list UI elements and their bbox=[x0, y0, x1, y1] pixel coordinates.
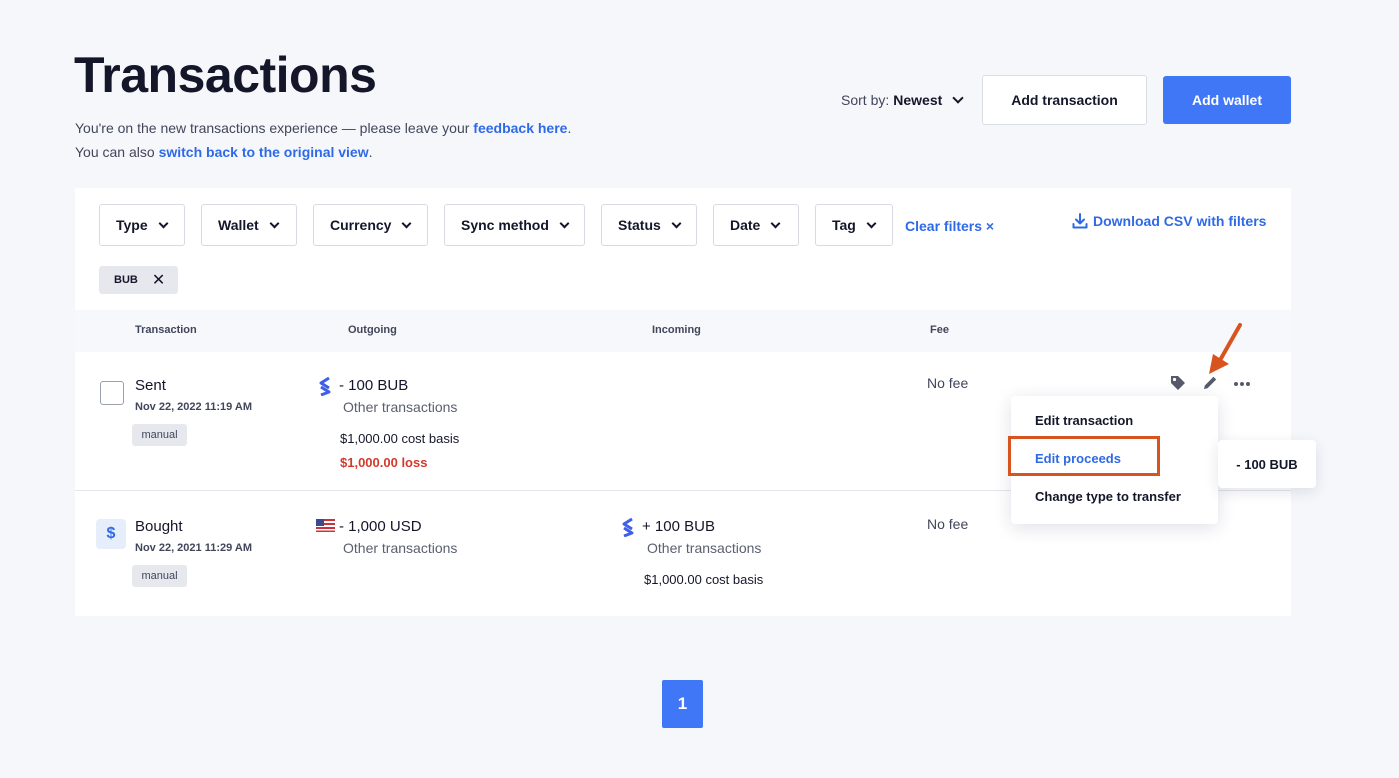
close-icon[interactable]: ✕ bbox=[152, 270, 165, 290]
download-icon bbox=[1072, 213, 1088, 229]
chevron-down-icon bbox=[559, 218, 570, 228]
filter-date[interactable]: Date bbox=[713, 204, 799, 246]
outgoing-label: Other transactions bbox=[343, 399, 458, 415]
add-transaction-button[interactable]: Add transaction bbox=[982, 75, 1147, 125]
cost-basis: $1,000.00 cost basis bbox=[340, 431, 460, 446]
filter-currency[interactable]: Currency bbox=[313, 204, 428, 246]
tag-icon[interactable] bbox=[1169, 374, 1187, 392]
chevron-down-icon bbox=[952, 92, 964, 104]
dollar-icon: $ bbox=[96, 519, 126, 549]
transaction-type: Sent bbox=[135, 377, 166, 394]
chevron-down-icon bbox=[402, 218, 412, 228]
add-wallet-button[interactable]: Add wallet bbox=[1163, 76, 1291, 124]
bub-coin-icon bbox=[622, 517, 634, 537]
chevron-down-icon bbox=[269, 218, 280, 228]
filter-sync-method[interactable]: Sync method bbox=[444, 204, 585, 246]
chevron-down-icon bbox=[770, 218, 781, 228]
annotation-arrow-icon bbox=[1209, 323, 1242, 374]
outgoing-amount: - 100 BUB bbox=[339, 377, 409, 394]
sort-dropdown[interactable]: Sort by: Newest bbox=[841, 92, 964, 108]
column-header: Incoming bbox=[652, 324, 701, 336]
active-filter-chip: BUB ✕ bbox=[99, 266, 178, 294]
row-checkbox[interactable] bbox=[100, 381, 124, 405]
chevron-down-icon bbox=[158, 218, 169, 228]
filter-tag[interactable]: Tag bbox=[815, 204, 893, 246]
cost-basis: $1,000.00 cost basis bbox=[644, 572, 764, 587]
sort-label: Sort by: bbox=[841, 92, 890, 108]
column-header: Outgoing bbox=[348, 324, 397, 336]
outgoing-amount: - 1,000 USD bbox=[339, 518, 422, 535]
menu-item-edit-transaction[interactable]: Edit transaction bbox=[1035, 413, 1133, 428]
amount-tooltip: - 100 BUB bbox=[1218, 440, 1316, 488]
page: Transactions You're on the new transacti… bbox=[0, 0, 1399, 778]
manual-tag: manual bbox=[132, 565, 187, 587]
fee: No fee bbox=[927, 375, 969, 391]
incoming-amount: + 100 BUB bbox=[642, 518, 715, 535]
page-title: Transactions bbox=[74, 47, 377, 103]
download-csv-link[interactable]: Download CSV with filters bbox=[1071, 212, 1266, 230]
filter-wallet[interactable]: Wallet bbox=[201, 204, 297, 246]
sort-value: Newest bbox=[893, 92, 943, 108]
bub-coin-icon bbox=[319, 376, 331, 396]
manual-tag: manual bbox=[132, 424, 187, 446]
outgoing-label: Other transactions bbox=[343, 540, 458, 556]
feedback-notice: You're on the new transactions experienc… bbox=[75, 120, 572, 136]
filter-status[interactable]: Status bbox=[601, 204, 697, 246]
gain-loss: $1,000.00 loss bbox=[340, 455, 428, 470]
menu-item-change-type-to-transfer[interactable]: Change type to transfer bbox=[1035, 489, 1181, 504]
pagination-page-button[interactable]: 1 bbox=[662, 680, 703, 728]
annotation-highlight-box bbox=[1008, 436, 1160, 476]
chevron-down-icon bbox=[866, 218, 877, 228]
transaction-date: Nov 22, 2021 11:29 AM bbox=[135, 542, 252, 554]
clear-filters-link[interactable]: Clear filters × bbox=[905, 218, 994, 234]
switch-view-notice: You can also switch back to the original… bbox=[75, 144, 373, 160]
transaction-date: Nov 22, 2022 11:19 AM bbox=[135, 401, 252, 413]
fee: No fee bbox=[927, 516, 969, 532]
transaction-type: Bought bbox=[135, 518, 183, 535]
us-flag-icon bbox=[316, 519, 335, 532]
switch-view-link[interactable]: switch back to the original view bbox=[159, 144, 369, 160]
chevron-down-icon bbox=[671, 218, 682, 228]
incoming-label: Other transactions bbox=[647, 540, 762, 556]
column-header: Fee bbox=[930, 324, 949, 336]
filter-type[interactable]: Type bbox=[99, 204, 185, 246]
column-header: Transaction bbox=[135, 324, 197, 336]
table-header: Transaction Outgoing Incoming Fee bbox=[75, 310, 1291, 352]
feedback-link[interactable]: feedback here bbox=[473, 120, 567, 136]
